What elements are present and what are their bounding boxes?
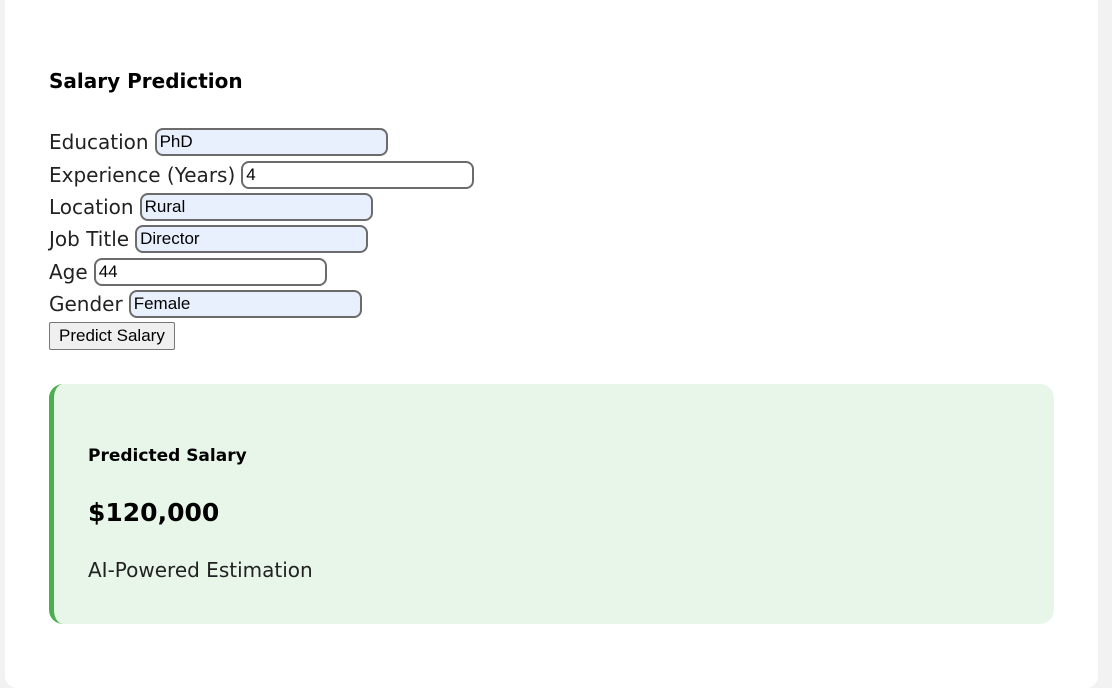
location-label: Location [49,194,134,219]
page-title: Salary Prediction [49,69,243,93]
result-note: AI-Powered Estimation [88,558,313,582]
gender-input[interactable] [128,290,362,319]
field-row-education: Education [49,126,474,158]
age-label: Age [49,259,88,284]
age-input[interactable] [93,257,327,286]
main-card: Salary Prediction Education Experience (… [5,0,1098,688]
field-row-job-title: Job Title [49,223,474,255]
gender-label: Gender [49,292,123,317]
submit-row: Predict Salary [49,322,474,351]
result-label: Predicted Salary [88,446,247,466]
field-row-location: Location [49,191,474,223]
experience-label: Experience (Years) [49,162,236,187]
predicted-salary-value: $120,000 [88,498,220,527]
location-input[interactable] [139,192,373,221]
prediction-result-panel: Predicted Salary $120,000 AI-Powered Est… [49,384,1054,624]
education-input[interactable] [154,128,388,157]
job-title-label: Job Title [49,227,130,252]
experience-input[interactable] [241,160,475,189]
salary-form: Education Experience (Years) Location Jo… [49,126,475,351]
predict-salary-button[interactable]: Predict Salary [49,322,175,351]
field-row-experience: Experience (Years) [49,158,475,190]
field-row-gender: Gender [49,288,474,320]
education-label: Education [49,130,149,155]
job-title-input[interactable] [135,225,369,254]
field-row-age: Age [49,256,474,288]
